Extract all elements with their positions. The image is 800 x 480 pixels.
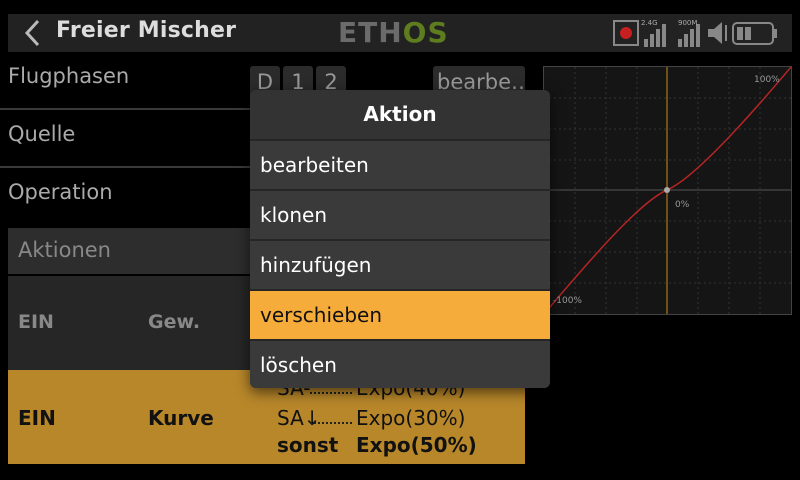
dialog-title: Aktion bbox=[250, 90, 550, 139]
flugphasen-label: Flugphasen bbox=[8, 64, 130, 88]
battery-icon bbox=[732, 22, 777, 45]
curve-label-bottom: -100% bbox=[553, 296, 582, 306]
action-dialog: Aktion bearbeiten klonen hinzufügen vers… bbox=[250, 90, 550, 388]
condition-value: Expo(50%) bbox=[356, 433, 477, 457]
row-flugphasen: Flugphasen bbox=[0, 52, 256, 110]
row-operation: Operation bbox=[0, 168, 256, 226]
signal-2-4g-icon: 2.4G bbox=[641, 19, 666, 47]
action-weight: Kurve bbox=[148, 406, 214, 430]
menu-item-edit[interactable]: bearbeiten bbox=[250, 139, 550, 189]
page-title: Freier Mischer bbox=[56, 18, 237, 43]
speaker-icon bbox=[708, 22, 727, 44]
menu-item-move[interactable]: verschieben bbox=[250, 289, 550, 339]
curve-graph: 100% 0% -100% bbox=[543, 66, 792, 315]
menu-item-delete[interactable]: löschen bbox=[250, 339, 550, 388]
condition-switch: sonst bbox=[277, 433, 339, 457]
column-weight-label: Gew. bbox=[148, 311, 201, 333]
actions-header-label: Aktionen bbox=[18, 238, 111, 262]
signal-2-4g-label: 2.4G bbox=[641, 19, 658, 27]
condition-value: Expo(30%) bbox=[356, 406, 466, 430]
record-icon bbox=[613, 20, 639, 46]
menu-item-clone[interactable]: klonen bbox=[250, 189, 550, 239]
action-state: EIN bbox=[18, 406, 56, 430]
ethos-logo: ETHOS bbox=[338, 16, 449, 49]
status-icons: 2.4G 900M bbox=[612, 16, 792, 50]
column-state-label: EIN bbox=[18, 311, 54, 333]
condition-switch: SA↓ bbox=[277, 406, 321, 430]
row-quelle: Quelle bbox=[0, 110, 256, 168]
curve-center-point bbox=[664, 187, 670, 193]
condition-dots bbox=[310, 422, 352, 424]
signal-900m-label: 900M bbox=[678, 19, 697, 27]
back-button[interactable] bbox=[18, 16, 48, 50]
quelle-label: Quelle bbox=[8, 122, 76, 146]
curve-label-top: 100% bbox=[754, 75, 780, 85]
signal-900m-icon: 900M bbox=[678, 19, 700, 47]
chevron-left-icon bbox=[24, 19, 40, 47]
curve-label-mid: 0% bbox=[675, 200, 690, 210]
menu-item-add[interactable]: hinzufügen bbox=[250, 239, 550, 289]
operation-label: Operation bbox=[8, 180, 113, 204]
condition-dots bbox=[310, 392, 352, 394]
